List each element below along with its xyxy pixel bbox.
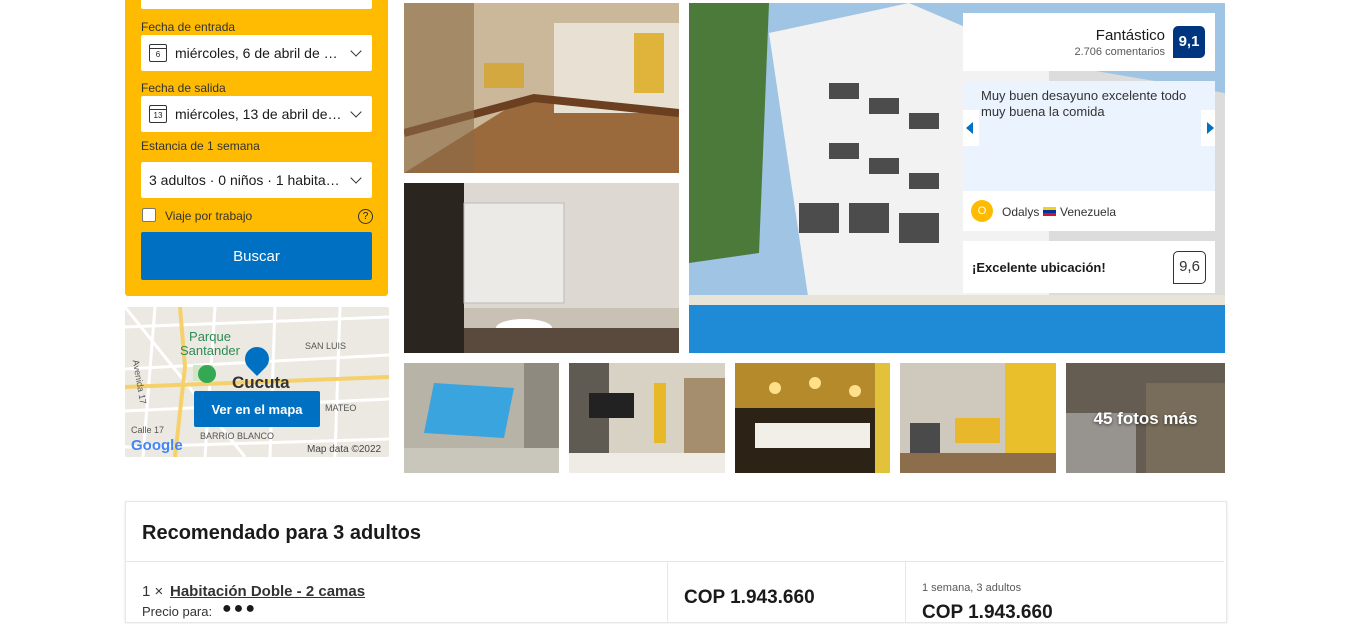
recommended-title: Recomendado para 3 adultos <box>142 522 421 544</box>
work-trip-label: Viaje por trabajo <box>165 209 253 223</box>
calendar-icon: 13 <box>149 105 167 123</box>
view-on-map-button[interactable]: Ver en el mapa <box>194 391 320 427</box>
checkin-field[interactable]: 6 miércoles, 6 de abril de 2022 <box>141 35 372 71</box>
calendar-icon: 6 <box>149 44 167 62</box>
reviewer-country: Venezuela <box>1060 205 1117 219</box>
map-district-label: MATEO <box>325 403 357 413</box>
stay-length-label: Estancia de 1 semana <box>141 139 260 153</box>
location-score-badge: 9,6 <box>1173 251 1206 284</box>
recommended-section <box>125 501 1227 623</box>
help-icon[interactable]: ? <box>358 209 373 224</box>
divider <box>667 562 668 622</box>
chevron-right-icon <box>1207 122 1214 134</box>
photo-room-tv[interactable] <box>569 363 725 473</box>
map-street-label: Calle 17 <box>131 425 165 435</box>
divider <box>905 562 906 622</box>
photo-restaurant[interactable] <box>735 363 890 473</box>
checkout-label: Fecha de salida <box>141 81 226 95</box>
venezuela-flag-icon <box>1043 207 1056 216</box>
guests-value: 3 adultos · 0 niños · 1 habitación <box>149 172 344 188</box>
reviewer-name: Odalys <box>1002 205 1040 219</box>
photo-bathroom[interactable] <box>404 183 679 353</box>
room-quantity: 1 × <box>142 583 164 600</box>
score-word: Fantástico <box>1095 27 1165 44</box>
stay-summary: 1 semana, 3 adultos <box>922 582 1022 594</box>
search-button[interactable]: Buscar <box>141 232 372 280</box>
price: COP 1.943.660 <box>684 587 815 608</box>
map-city-label: Cucuta <box>232 373 290 392</box>
google-logo: Google <box>131 437 183 454</box>
map-district-label: SAN LUIS <box>305 341 347 351</box>
park-marker-icon <box>198 365 216 383</box>
more-photos-label[interactable]: 45 fotos más <box>1066 409 1225 429</box>
checkout-field[interactable]: 13 miércoles, 13 de abril de 2022 <box>141 96 372 132</box>
price-summary: COP 1.943.660 <box>922 602 1053 623</box>
room-name-link[interactable]: Habitación Doble - 2 camas <box>170 583 365 600</box>
map-thumbnail[interactable]: Parque Santander Cucuta SAN LUIS MATEO B… <box>125 307 389 457</box>
chevron-down-icon <box>350 106 362 118</box>
review-quote: Muy buen desayuno excelente todo muy bue… <box>981 88 1187 119</box>
divider <box>126 561 1224 562</box>
checkout-value: miércoles, 13 de abril de 2022 <box>175 106 344 122</box>
checkin-value: miércoles, 6 de abril de 2022 <box>175 45 344 61</box>
location-label: ¡Excelente ubicación! <box>972 260 1106 275</box>
reviewer-avatar: O <box>971 200 993 222</box>
score-badge: 9,1 <box>1173 26 1205 58</box>
work-trip-checkbox[interactable] <box>142 208 156 222</box>
map-park-label: Parque Santander <box>180 329 240 358</box>
photo-pool-aerial[interactable] <box>404 363 559 473</box>
review-count: 2.706 comentarios <box>1074 46 1166 58</box>
guests-field[interactable]: 3 adultos · 0 niños · 1 habitación <box>141 162 372 198</box>
checkin-label: Fecha de entrada <box>141 20 236 34</box>
photo-room-desk[interactable] <box>900 363 1056 473</box>
map-district-label: BARRIO BLANCO <box>200 431 275 441</box>
map-attribution: Map data ©2022 <box>307 444 382 455</box>
chevron-down-icon <box>350 45 362 57</box>
chevron-down-icon <box>350 172 362 184</box>
person-icon: ●●● <box>222 600 257 617</box>
photo-hallway[interactable] <box>404 3 679 173</box>
chevron-left-icon <box>966 122 973 134</box>
destination-field[interactable] <box>141 0 372 9</box>
